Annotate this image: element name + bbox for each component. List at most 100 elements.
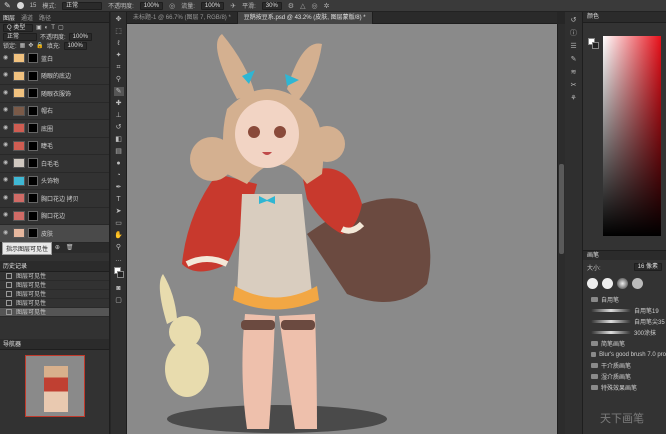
layer-mask-thumbnail[interactable] bbox=[28, 210, 38, 221]
color-panel-header[interactable]: 颜色 bbox=[583, 12, 666, 23]
pen-tool-icon[interactable]: ✒ bbox=[114, 183, 124, 192]
brush-preset-picker[interactable] bbox=[16, 2, 24, 9]
filter-type-icon[interactable]: T bbox=[51, 25, 55, 31]
lock-position-icon[interactable]: ✥ bbox=[28, 42, 33, 49]
airbrush-icon[interactable]: ✈ bbox=[230, 2, 236, 10]
filter-adjust-icon[interactable]: ◐ bbox=[45, 25, 49, 31]
pressure-size-icon[interactable]: ◎ bbox=[311, 2, 317, 10]
magic-wand-icon[interactable]: ✦ bbox=[114, 51, 124, 60]
layer-row[interactable]: ◉ 白毛毛 bbox=[0, 155, 109, 173]
history-item[interactable]: 图层可见性 bbox=[0, 307, 109, 317]
eraser-icon[interactable]: ◧ bbox=[114, 135, 124, 144]
brush-tip-4[interactable] bbox=[632, 277, 643, 289]
blur-tool-icon[interactable]: ● bbox=[114, 159, 124, 168]
layer-row[interactable]: ◉ 随眼的底边 bbox=[0, 68, 109, 85]
brush-presets-icon[interactable]: ≋ bbox=[569, 69, 579, 77]
flow-field[interactable]: 100% bbox=[200, 1, 225, 10]
visibility-eye-icon[interactable]: ◉ bbox=[3, 212, 10, 218]
layer-mask-thumbnail[interactable] bbox=[28, 193, 38, 204]
fill-field[interactable]: 100% bbox=[63, 41, 87, 50]
lasso-tool-icon[interactable]: ℓ bbox=[114, 39, 124, 48]
navigator-preview[interactable] bbox=[24, 354, 85, 417]
angle-icon[interactable]: △ bbox=[300, 2, 305, 10]
layer-mask-thumbnail[interactable] bbox=[28, 105, 38, 116]
history-panel-icon[interactable]: ↺ bbox=[569, 17, 579, 25]
blend-mode-select[interactable]: 正常 bbox=[3, 32, 37, 41]
doc-tab-active[interactable]: 豆鹅按豆系.psd @ 43.2% (皮肤, 图层蒙版/8) * bbox=[237, 12, 373, 24]
color-picker-field[interactable] bbox=[603, 36, 661, 236]
visibility-eye-icon[interactable]: ◉ bbox=[3, 195, 10, 201]
history-brush-icon[interactable]: ↺ bbox=[114, 123, 124, 132]
opacity-field[interactable]: 100% bbox=[139, 1, 164, 10]
smooth-field[interactable]: 30% bbox=[261, 1, 282, 10]
brush-settings-icon[interactable]: ✎ bbox=[569, 56, 579, 64]
move-tool-icon[interactable]: ✥ bbox=[114, 15, 124, 24]
layer-row[interactable]: ◉ 睫毛 bbox=[0, 138, 109, 155]
brush-item[interactable]: 自用笔尖35 bbox=[583, 316, 666, 327]
layer-row[interactable]: ◉ 皮肤 bbox=[0, 225, 109, 243]
gradient-icon[interactable]: ▤ bbox=[114, 147, 124, 156]
tool-presets-icon[interactable]: ✂ bbox=[569, 82, 579, 90]
brush-item[interactable]: 自用笔19 bbox=[583, 305, 666, 316]
layer-row[interactable]: ◉ 胸口花边 bbox=[0, 208, 109, 225]
lock-all-icon[interactable]: 🔒 bbox=[36, 42, 43, 49]
layer-row[interactable]: ◉ 蓝白 bbox=[0, 50, 109, 68]
symmetry-icon[interactable]: ✲ bbox=[324, 2, 330, 10]
layer-mask-thumbnail[interactable] bbox=[28, 88, 38, 99]
filter-pixel-icon[interactable]: ▣ bbox=[36, 24, 42, 31]
layer-row[interactable]: ◉ 胸口花边 拷贝 bbox=[0, 190, 109, 208]
pressure-opacity-icon[interactable]: ◎ bbox=[169, 2, 175, 10]
layer-mask-thumbnail[interactable] bbox=[28, 158, 38, 169]
screen-mode-icon[interactable]: ▢ bbox=[114, 296, 124, 305]
lock-pixels-icon[interactable]: ▦ bbox=[20, 42, 26, 49]
info-icon[interactable]: ⓘ bbox=[569, 30, 579, 38]
layer-mask-thumbnail[interactable] bbox=[28, 175, 38, 186]
layer-opacity-field[interactable]: 100% bbox=[68, 32, 93, 41]
brush-item[interactable]: 干介质画笔 bbox=[583, 360, 666, 371]
brush-item[interactable]: 特殊效果画笔 bbox=[583, 382, 666, 393]
layer-mask-thumbnail[interactable] bbox=[28, 140, 38, 151]
brush-item[interactable]: Blur's good brush 7.0 pro bbox=[583, 349, 666, 360]
new-layer-icon[interactable]: ⊕ bbox=[55, 244, 60, 251]
brush-item[interactable]: 300涂抹 bbox=[583, 327, 666, 338]
brush-tool-icon[interactable]: ✎ bbox=[4, 1, 11, 10]
visibility-eye-icon[interactable]: ◉ bbox=[3, 177, 10, 183]
hand-tool-icon[interactable]: ✋ bbox=[114, 231, 124, 240]
visibility-eye-icon[interactable]: ◉ bbox=[3, 107, 10, 113]
brush-size-field[interactable]: 16 像素 bbox=[633, 263, 662, 271]
brushes-panel-header[interactable]: 画笔 bbox=[583, 250, 666, 260]
dodge-tool-icon[interactable]: ◔ bbox=[114, 171, 124, 180]
navigator-title[interactable]: 导航器 bbox=[3, 339, 21, 348]
layer-row[interactable]: ◉ 头饰物 bbox=[0, 173, 109, 190]
history-title[interactable]: 历史记录 bbox=[3, 261, 27, 270]
layer-row[interactable]: ◉ 帽右 bbox=[0, 103, 109, 120]
brush-tip-3[interactable] bbox=[617, 277, 628, 289]
quick-mask-icon[interactable]: ◙ bbox=[114, 284, 124, 293]
marquee-tool-icon[interactable]: ⬚ bbox=[114, 27, 124, 36]
visibility-eye-icon[interactable]: ◉ bbox=[3, 55, 10, 61]
visibility-eye-icon[interactable]: ◉ bbox=[3, 142, 10, 148]
brush-item[interactable]: 简笔画笔 bbox=[583, 338, 666, 349]
color-swatches-icon[interactable] bbox=[113, 267, 124, 281]
shape-tool-icon[interactable]: ▭ bbox=[114, 219, 124, 228]
layer-row[interactable]: ◉ 底圈 bbox=[0, 120, 109, 138]
clone-source-icon[interactable]: ⚘ bbox=[569, 95, 579, 103]
canvas-scrollbar[interactable] bbox=[557, 24, 565, 434]
layer-mask-thumbnail[interactable] bbox=[28, 70, 38, 81]
doc-tab-untitled[interactable]: 未标题-1 @ 66.7% (图层 7, RGB/8) * bbox=[127, 12, 238, 24]
visibility-eye-icon[interactable]: ◉ bbox=[3, 90, 10, 96]
more-tools-icon[interactable]: … bbox=[114, 255, 124, 264]
tab-paths[interactable]: 路径 bbox=[39, 13, 51, 22]
stamp-tool-icon[interactable]: ⊥ bbox=[114, 111, 124, 120]
visibility-eye-icon[interactable]: ◉ bbox=[3, 160, 10, 166]
tab-channels[interactable]: 通道 bbox=[21, 13, 33, 22]
layer-mask-thumbnail[interactable] bbox=[28, 53, 38, 64]
properties-icon[interactable]: ☰ bbox=[569, 43, 579, 51]
tab-layers[interactable]: 图层 bbox=[3, 13, 15, 22]
visibility-eye-icon[interactable]: ◉ bbox=[3, 125, 10, 131]
layer-mask-thumbnail[interactable] bbox=[28, 123, 38, 134]
filter-shape-icon[interactable]: ▢ bbox=[58, 24, 64, 31]
path-select-icon[interactable]: ➤ bbox=[114, 207, 124, 216]
brush-item[interactable]: 湿介质画笔 bbox=[583, 371, 666, 382]
visibility-eye-icon[interactable]: ◉ bbox=[3, 230, 10, 236]
